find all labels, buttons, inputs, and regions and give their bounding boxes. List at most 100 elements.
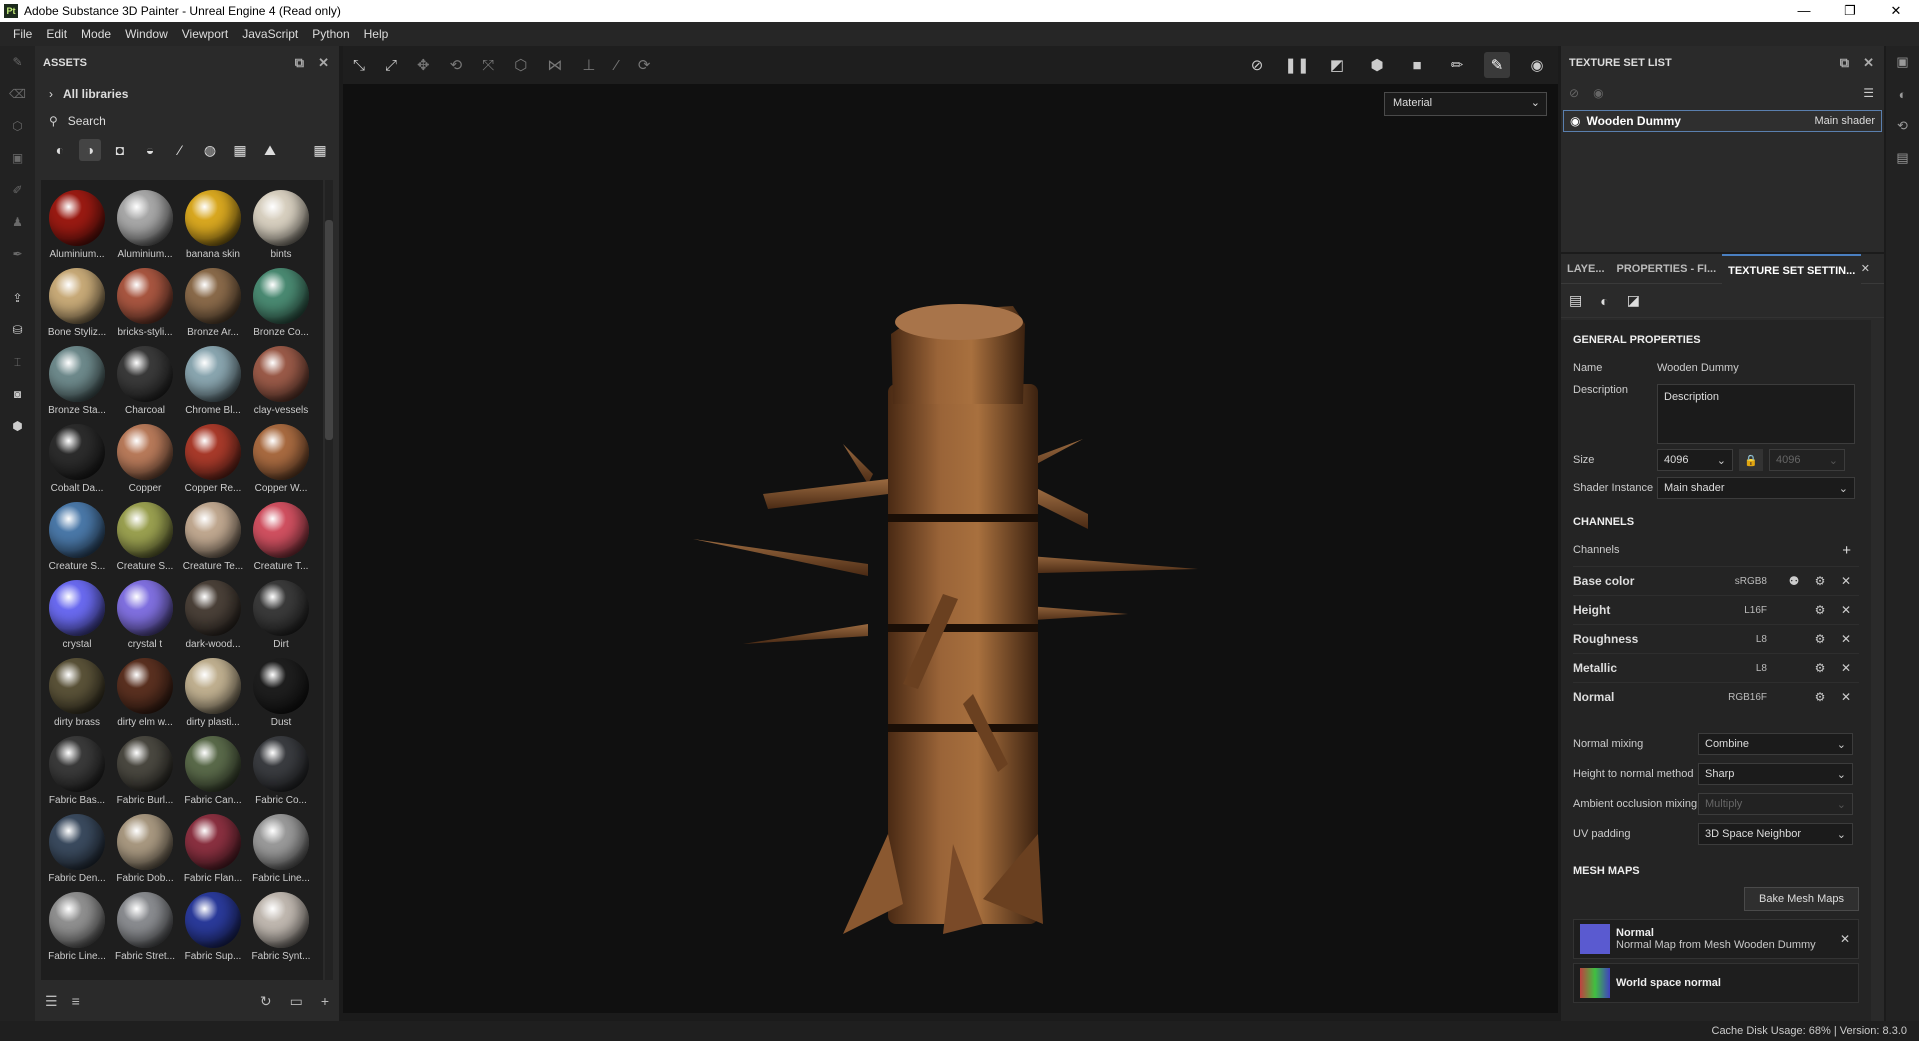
shader-settings-icon[interactable]: ⬢: [0, 410, 35, 442]
remove-channel-icon[interactable]: ✕: [1833, 603, 1859, 617]
asset-tile[interactable]: Bronze Co...: [247, 262, 315, 340]
close-panel-icon[interactable]: ✕: [318, 55, 329, 71]
uv-transform-icon[interactable]: ⤢: [385, 57, 397, 74]
remove-channel-icon[interactable]: ✕: [1833, 661, 1859, 675]
display-settings-icon[interactable]: ◙: [0, 378, 35, 410]
generators-filter-icon[interactable]: ◒: [139, 139, 161, 161]
menu-mode[interactable]: Mode: [74, 27, 118, 41]
measure-icon[interactable]: ⌶: [0, 346, 35, 378]
description-field[interactable]: Description: [1657, 384, 1855, 444]
alphas-filter-icon[interactable]: ◍: [199, 139, 221, 161]
asset-tile[interactable]: Fabric Den...: [43, 808, 111, 886]
asset-tile[interactable]: Bronze Ar...: [179, 262, 247, 340]
channel-row[interactable]: Normal RGB16F ⚙ ✕: [1573, 682, 1859, 711]
asset-tile[interactable]: Creature Te...: [179, 496, 247, 574]
mesh-map-item[interactable]: Normal Normal Map from Mesh Wooden Dummy …: [1573, 919, 1859, 959]
remove-mesh-map-icon[interactable]: ✕: [1840, 932, 1850, 946]
pen-icon[interactable]: ✏: [1444, 52, 1470, 78]
tab-texture-set-settings[interactable]: TEXTURE SET SETTIN...: [1722, 253, 1862, 284]
menu-python[interactable]: Python: [305, 27, 356, 41]
bake-mesh-maps-button[interactable]: Bake Mesh Maps: [1744, 887, 1859, 911]
log-icon[interactable]: ▤: [1886, 142, 1919, 174]
folder-icon[interactable]: ▭: [290, 993, 303, 1010]
visibility-icon[interactable]: ◉: [1593, 86, 1603, 100]
remove-channel-icon[interactable]: ✕: [1833, 690, 1859, 704]
visibility-off-icon[interactable]: ⊘: [1569, 86, 1579, 100]
clone-stamp-icon[interactable]: ♟: [0, 206, 35, 238]
smart-materials-filter-icon[interactable]: ◑: [79, 139, 101, 161]
settings-icon[interactable]: ▤: [1569, 292, 1582, 309]
lock-icon[interactable]: 🔒: [1739, 449, 1763, 471]
color-profile-icon[interactable]: ⚉: [1781, 574, 1807, 588]
material-icon[interactable]: ◐: [1600, 293, 1608, 309]
paint-mode-icon[interactable]: ✎: [1484, 52, 1510, 78]
camera-icon[interactable]: ■: [1404, 52, 1430, 78]
add-icon[interactable]: +: [321, 993, 329, 1010]
asset-tile[interactable]: Bone Styliz...: [43, 262, 111, 340]
asset-tile[interactable]: Copper: [111, 418, 179, 496]
asset-tile[interactable]: Fabric Flan...: [179, 808, 247, 886]
channel-format[interactable]: L16F: [1707, 605, 1767, 616]
asset-tile[interactable]: Fabric Synt...: [247, 886, 315, 964]
gear-icon[interactable]: ⚙: [1807, 661, 1833, 675]
height-to-normal-select[interactable]: Sharp ⌄: [1698, 763, 1853, 785]
grid-view-icon[interactable]: ▦: [309, 139, 331, 161]
list-view-icon[interactable]: ☰: [45, 993, 58, 1010]
polygon-fill-icon[interactable]: ▣: [0, 142, 35, 174]
float-panel-icon[interactable]: ⧉: [1840, 55, 1849, 71]
textures-filter-icon[interactable]: ▦: [229, 139, 251, 161]
search-input[interactable]: ⚲ Search: [35, 108, 339, 134]
remove-channel-icon[interactable]: ✕: [1833, 574, 1859, 588]
hide-icon[interactable]: ⊘: [1244, 52, 1270, 78]
asset-tile[interactable]: Fabric Can...: [179, 730, 247, 808]
add-channel-icon[interactable]: +: [1842, 542, 1851, 559]
normal-mixing-select[interactable]: Combine ⌄: [1698, 733, 1853, 755]
uv-icon[interactable]: ◪: [1627, 292, 1640, 309]
asset-tile[interactable]: Fabric Stret...: [111, 886, 179, 964]
channel-row[interactable]: Roughness L8 ⚙ ✕: [1573, 624, 1859, 653]
asset-tile[interactable]: Aluminium...: [111, 184, 179, 262]
paint-brush-icon[interactable]: ✎: [0, 46, 35, 78]
snap-icon[interactable]: ⁄: [615, 57, 618, 74]
asset-tile[interactable]: Fabric Line...: [43, 886, 111, 964]
channel-row[interactable]: Metallic L8 ⚙ ✕: [1573, 653, 1859, 682]
gear-icon[interactable]: ⚙: [1807, 574, 1833, 588]
channel-row[interactable]: Height L16F ⚙ ✕: [1573, 595, 1859, 624]
rotate-icon[interactable]: ⟲: [450, 56, 463, 74]
asset-tile[interactable]: Cobalt Da...: [43, 418, 111, 496]
asset-tile[interactable]: Dust: [247, 652, 315, 730]
align-icon[interactable]: ⊥: [582, 56, 595, 74]
tab-properties[interactable]: PROPERTIES - FI...: [1611, 254, 1723, 284]
color-picker-icon[interactable]: ✒: [0, 238, 35, 270]
refresh-icon[interactable]: ↻: [260, 993, 272, 1010]
view-2d-icon[interactable]: ◩: [1324, 52, 1350, 78]
maximize-button[interactable]: ❐: [1827, 0, 1873, 22]
close-panel-icon[interactable]: ✕: [1863, 55, 1874, 71]
texture-set-list-icon[interactable]: ▣: [1886, 46, 1919, 78]
menu-viewport[interactable]: Viewport: [175, 27, 235, 41]
shader-instance-select[interactable]: Main shader ⌄: [1657, 477, 1855, 499]
brushes-filter-icon[interactable]: ⁄: [169, 139, 191, 161]
scale-icon[interactable]: ⤧: [482, 57, 494, 74]
history-icon[interactable]: ⟲: [1886, 110, 1919, 142]
asset-scrollbar[interactable]: [325, 180, 333, 980]
view-3d-icon[interactable]: ⬢: [1364, 52, 1390, 78]
sort-icon[interactable]: ≡: [72, 993, 80, 1009]
gear-icon[interactable]: ⚙: [1807, 603, 1833, 617]
asset-tile[interactable]: bricks-styli...: [111, 262, 179, 340]
asset-tile[interactable]: dirty brass: [43, 652, 111, 730]
export-icon[interactable]: ⇪: [0, 282, 35, 314]
tab-layers[interactable]: LAYE...: [1561, 254, 1611, 284]
asset-tile[interactable]: Aluminium...: [43, 184, 111, 262]
eye-icon[interactable]: ◉: [1570, 114, 1580, 128]
asset-tile[interactable]: bints: [247, 184, 315, 262]
gear-icon[interactable]: ⚙: [1807, 690, 1833, 704]
asset-tile[interactable]: Bronze Sta...: [43, 340, 111, 418]
asset-tile[interactable]: Fabric Burl...: [111, 730, 179, 808]
asset-tile[interactable]: Fabric Line...: [247, 808, 315, 886]
channel-format[interactable]: L8: [1707, 634, 1767, 645]
libraries-tree[interactable]: › All libraries: [35, 80, 339, 108]
asset-tile[interactable]: Fabric Sup...: [179, 886, 247, 964]
asset-tile[interactable]: Creature T...: [247, 496, 315, 574]
asset-tile[interactable]: Fabric Dob...: [111, 808, 179, 886]
